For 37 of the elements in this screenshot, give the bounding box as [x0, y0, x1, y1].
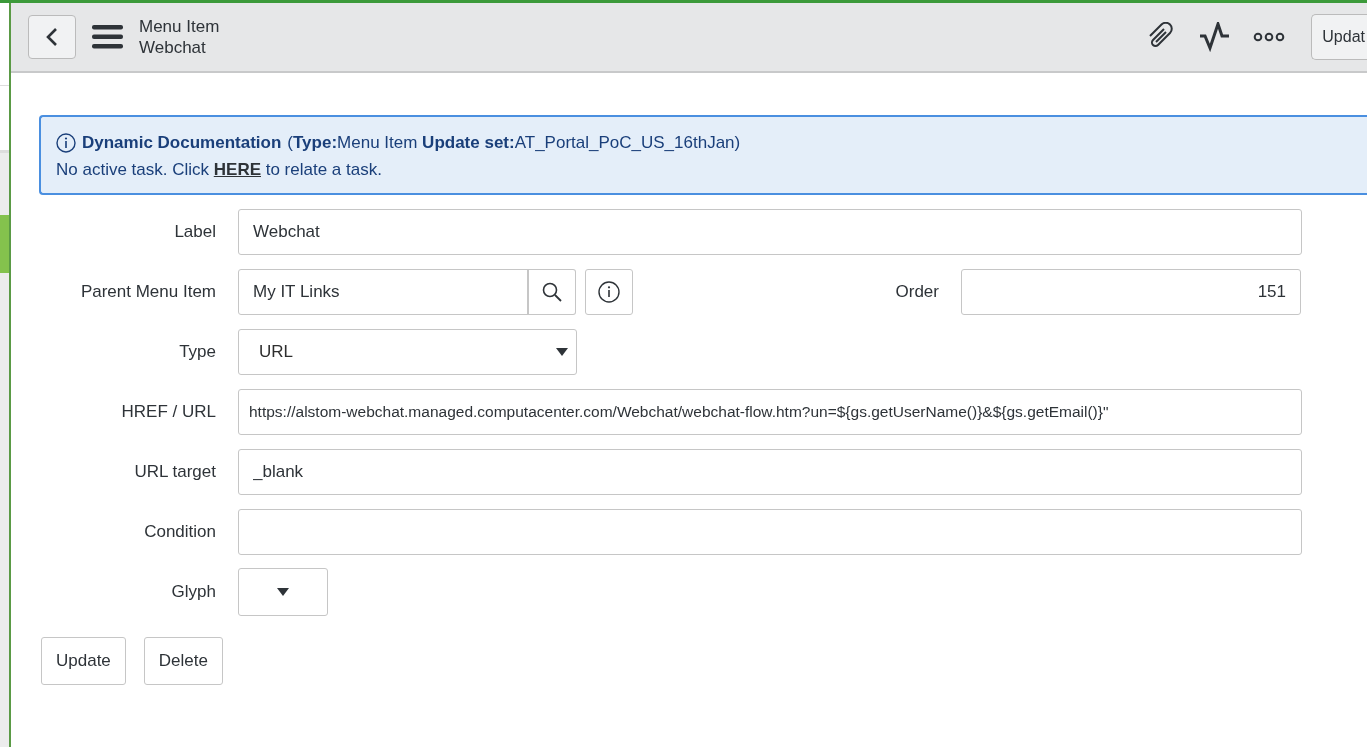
field-label: Glyph: [170, 582, 217, 602]
selected-item-highlight: [0, 215, 9, 273]
relate-task-link[interactable]: HERE: [213, 160, 261, 179]
search-icon: [542, 282, 562, 302]
reference-field[interactable]: My IT Links: [238, 269, 528, 315]
text-field[interactable]: [238, 509, 1302, 555]
back-button[interactable]: [28, 15, 76, 59]
field-label: URL target: [133, 462, 217, 482]
field-label: HREF / URL: [120, 402, 217, 422]
field-label: Condition: [143, 522, 217, 542]
menu-icon[interactable]: [92, 25, 123, 49]
dropdown-caret-icon: [277, 588, 289, 596]
record-name: Webchat: [139, 37, 207, 58]
text-field[interactable]: Webchat: [238, 209, 1302, 255]
dropdown-caret-icon: [556, 348, 568, 356]
form-button[interactable]: Update: [41, 637, 126, 685]
field-label: Label: [173, 222, 217, 242]
form-button[interactable]: Delete: [143, 637, 223, 685]
activity-pulse-icon[interactable]: [1199, 22, 1232, 52]
field-label: Order: [895, 282, 940, 302]
text-field[interactable]: https://alstom-webchat.managed.computacenter.com/Webchat/webchat-flow.htm?un=${gs.getUserName()}&${gs.getEmail()}": [238, 389, 1302, 435]
sidebar-item: [0, 153, 9, 215]
lookup-button[interactable]: [527, 269, 576, 315]
header-update-button[interactable]: Updat: [1311, 14, 1367, 60]
info-icon: [56, 132, 76, 153]
field-label: Parent Menu Item: [79, 282, 217, 302]
select-field[interactable]: URL: [238, 329, 577, 375]
banner-title: Dynamic Documentation: [82, 132, 282, 154]
banner-detail: (Type:Menu Item Update set:AT_Portal_PoC_US_16thJan): [287, 132, 741, 154]
field-label: Type: [178, 342, 217, 362]
text-field[interactable]: _blank: [238, 449, 1302, 495]
info-button[interactable]: [585, 269, 633, 315]
form-title: Menu Item: [139, 16, 220, 37]
text-field[interactable]: 151: [961, 269, 1301, 315]
info-icon: [598, 281, 620, 303]
banner-message: No active task. Click HERE to relate a task.: [56, 159, 383, 181]
chevron-left-icon: [46, 27, 58, 47]
